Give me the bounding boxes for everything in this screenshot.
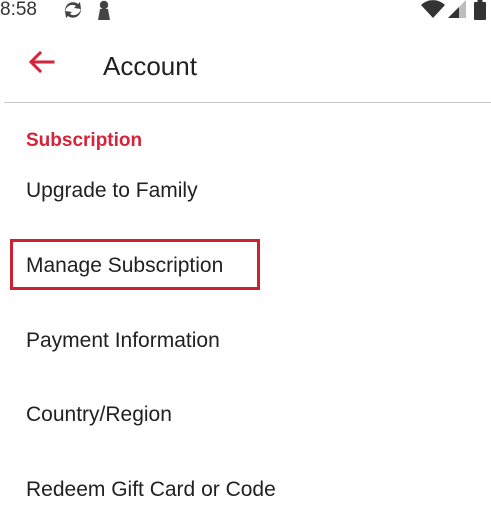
list-item-payment-information[interactable]: Payment Information: [0, 311, 491, 371]
section-header-subscription: Subscription: [26, 130, 143, 151]
list-item-upgrade-to-family[interactable]: Upgrade to Family: [0, 161, 491, 221]
arrow-left-icon: [28, 50, 55, 78]
highlight-box: [10, 239, 260, 290]
list-item-label: Redeem Gift Card or Code: [26, 478, 276, 501]
app-bar: Account: [0, 22, 491, 102]
wifi-icon: [421, 0, 445, 23]
account-screen: 8:58 Account Subscription Upgrade to Fam…: [0, 0, 491, 510]
signal-icon: [448, 0, 466, 23]
list-item-label: Upgrade to Family: [26, 179, 198, 202]
status-bar: 8:58: [0, 0, 491, 22]
page-title: Account: [103, 51, 197, 81]
list-item-label: Country/Region: [26, 403, 172, 426]
list-item-country-region[interactable]: Country/Region: [0, 385, 491, 445]
list-item-label: Payment Information: [26, 329, 220, 352]
status-time: 8:58: [0, 0, 37, 20]
header-divider: [4, 102, 491, 103]
back-button[interactable]: [22, 44, 62, 84]
list-item-redeem-gift-card[interactable]: Redeem Gift Card or Code: [0, 460, 491, 510]
